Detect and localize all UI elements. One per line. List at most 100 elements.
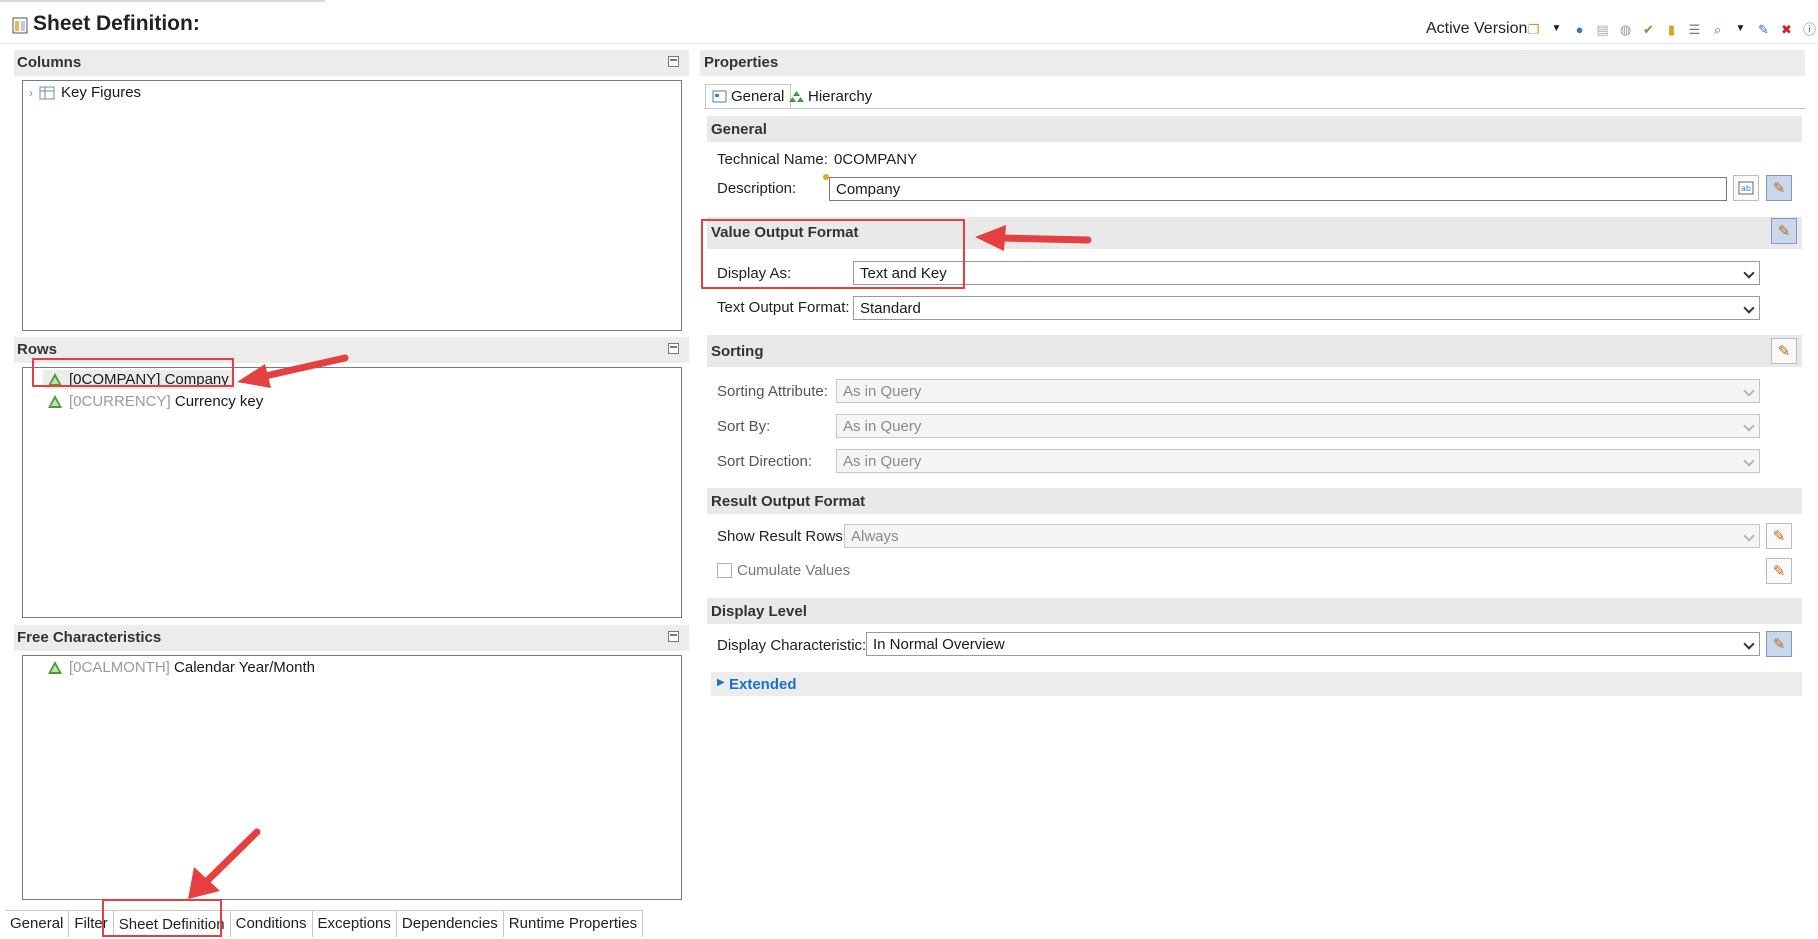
tree-node-calmonth[interactable]: [0CALMONTH] Calendar Year/Month: [47, 659, 315, 676]
chevron-down-icon[interactable]: ▼: [1548, 21, 1565, 38]
bottom-tab-dependencies[interactable]: Dependencies: [397, 911, 504, 937]
sort-direction-select[interactable]: As in Query: [836, 449, 1760, 473]
extended-section[interactable]: ▶ Extended: [711, 672, 1802, 696]
annotation-arrow-value-output-format: [975, 225, 1092, 251]
display-characteristic-select[interactable]: In Normal Overview: [866, 632, 1760, 656]
tree-node-label: Calendar Year/Month: [174, 659, 315, 676]
bottom-tab-runtime-properties[interactable]: Runtime Properties: [504, 911, 644, 937]
text-output-format-label: Text Output Format:: [717, 299, 850, 316]
tab-general[interactable]: General: [705, 84, 792, 109]
chevron-down-icon: [1743, 638, 1755, 650]
help-icon[interactable]: ⓘ: [1801, 21, 1818, 38]
properties-header: Properties: [700, 50, 1805, 76]
settings-icon[interactable]: ◍: [1617, 21, 1634, 38]
sign-icon[interactable]: ✎: [1755, 21, 1772, 38]
tab-hierarchy-label: Hierarchy: [808, 88, 873, 105]
globe-icon[interactable]: ●: [1571, 21, 1588, 38]
tree-node-label: Currency key: [174, 393, 264, 410]
description-input[interactable]: Company: [829, 177, 1727, 201]
active-version-label: Active Version: [1426, 20, 1528, 37]
chevron-down-icon: [1743, 385, 1755, 397]
expand-chevron-icon[interactable]: ›: [29, 86, 33, 100]
edit-button[interactable]: ✎: [1766, 175, 1792, 201]
edit-button[interactable]: ✎: [1766, 523, 1792, 549]
technical-name-label: Technical Name:: [717, 151, 828, 168]
edit-button[interactable]: ✎: [1771, 338, 1797, 364]
list-icon[interactable]: ☰: [1686, 21, 1703, 38]
header-toolbar: ❐ ▼ ● ▤ ◍ ✔ ▮ ☰ ⌕ ▼ ✎ ✖ ⓘ: [1525, 18, 1818, 40]
tree-node-currency[interactable]: [0CURRENCY] Currency key: [47, 393, 263, 410]
chevron-down-icon: [1743, 530, 1755, 542]
pencil-icon: ✎: [1772, 528, 1786, 545]
chevron-down-icon: [1743, 455, 1755, 467]
pencil-icon: ✎: [1777, 223, 1791, 240]
annotation-arrow-sheet-definition: [188, 828, 261, 899]
cumulate-values-checkbox[interactable]: [717, 563, 732, 578]
tab-hierarchy[interactable]: Hierarchy: [783, 84, 878, 109]
sorting-attribute-select[interactable]: As in Query: [836, 379, 1760, 403]
text-output-format-value: Standard: [860, 300, 921, 317]
chevron-down-icon[interactable]: ▼: [1732, 21, 1749, 38]
pencil-icon: ✎: [1772, 636, 1786, 653]
cumulate-values-label: Cumulate Values: [737, 562, 851, 579]
annotation-box-rows-company: [32, 358, 234, 387]
columns-pane-title: Columns: [17, 54, 82, 71]
sort-direction-label: Sort Direction:: [717, 453, 813, 470]
tab-divider: [704, 108, 1806, 109]
bottom-tab-general[interactable]: General: [5, 911, 70, 937]
free-characteristics-pane-title: Free Characteristics: [17, 629, 162, 646]
tree-node-tech: [0CURRENCY]: [69, 393, 171, 410]
sorting-header: Sorting: [707, 335, 1802, 367]
close-icon[interactable]: ✖: [1778, 21, 1795, 38]
copy-icon[interactable]: ❐: [1525, 21, 1542, 38]
show-result-rows-value: Always: [851, 528, 899, 545]
bottom-tab-exceptions[interactable]: Exceptions: [313, 911, 397, 937]
general-section-header: General: [707, 116, 1802, 142]
expand-chevron-icon: ▶: [717, 677, 725, 688]
general-tab-icon: [712, 90, 727, 103]
text-output-format-select[interactable]: Standard: [853, 296, 1760, 320]
print-icon[interactable]: ▤: [1594, 21, 1611, 38]
rows-tree: [0COMPANY] Company [0CURRENCY] Currency …: [22, 367, 682, 618]
sorting-attribute-value: As in Query: [843, 383, 922, 400]
search-icon[interactable]: ⌕: [1709, 21, 1726, 38]
edit-button[interactable]: ✎: [1766, 558, 1792, 584]
page-title: Sheet Definition:: [33, 12, 200, 35]
minimize-icon[interactable]: [668, 343, 679, 354]
bottom-tab-conditions[interactable]: Conditions: [231, 911, 313, 937]
show-result-rows-label: Show Result Rows:: [717, 528, 848, 545]
display-level-title: Display Level: [711, 603, 807, 620]
result-output-format-header: Result Output Format: [707, 488, 1802, 514]
chevron-down-icon: [1743, 420, 1755, 432]
show-result-rows-select[interactable]: Always: [844, 524, 1760, 548]
minimize-icon[interactable]: [668, 631, 679, 642]
result-output-format-title: Result Output Format: [711, 493, 866, 510]
sort-by-label: Sort By:: [717, 418, 771, 435]
svg-text:ab: ab: [1741, 184, 1751, 193]
properties-title: Properties: [704, 54, 779, 71]
sort-by-select[interactable]: As in Query: [836, 414, 1760, 438]
edit-button[interactable]: ✎: [1771, 218, 1797, 244]
columns-pane-header: Columns: [14, 50, 689, 76]
minimize-icon[interactable]: [668, 56, 679, 67]
pencil-icon: ✎: [1772, 563, 1786, 580]
edit-button[interactable]: ✎: [1766, 631, 1792, 657]
tree-node-tech: [0CALMONTH]: [69, 659, 170, 676]
check-icon[interactable]: ✔: [1640, 21, 1657, 38]
display-as-select[interactable]: Text and Key: [853, 261, 1760, 285]
display-level-header: Display Level: [707, 598, 1802, 624]
database-icon[interactable]: ▮: [1663, 21, 1680, 38]
tree-node-key-figures[interactable]: › Key Figures: [29, 84, 141, 101]
annotation-box-value-output-format: [701, 219, 965, 289]
pencil-icon: ✎: [1772, 180, 1786, 197]
sort-by-value: As in Query: [843, 418, 922, 435]
translate-button[interactable]: ab: [1733, 175, 1759, 201]
sheet-definition-icon: [12, 17, 28, 34]
hierarchy-icon: [789, 91, 804, 102]
pencil-icon: ✎: [1777, 343, 1791, 360]
chevron-down-icon: [1743, 302, 1755, 314]
columns-tree: › Key Figures: [22, 80, 682, 331]
description-label: Description:: [717, 180, 797, 197]
sorting-attribute-label: Sorting Attribute:: [717, 383, 828, 400]
display-characteristic-label: Display Characteristic:: [717, 637, 867, 654]
